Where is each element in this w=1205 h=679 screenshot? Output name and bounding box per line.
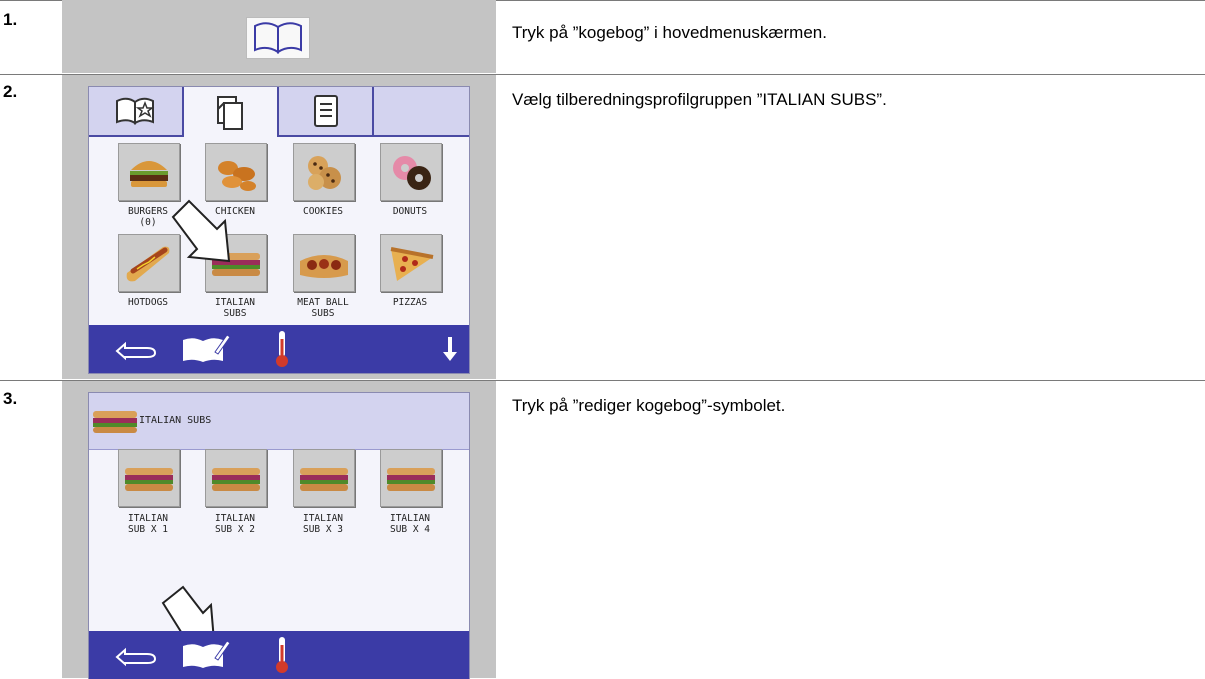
cookbook-pages-icon	[217, 96, 243, 130]
tab-cookbook[interactable]	[184, 87, 279, 137]
back-arrow-icon[interactable]	[111, 333, 161, 365]
favorite-cookbook-icon	[116, 97, 155, 125]
tab-documents[interactable]	[279, 87, 374, 135]
cookbook-button[interactable]	[246, 17, 310, 59]
recipe-label: ITALIAN SUB X 1	[127, 513, 169, 535]
group-label: ITALIAN SUBS	[214, 297, 256, 319]
recipe-label: ITALIAN SUB X 2	[214, 513, 256, 535]
bottom-bar	[89, 325, 469, 373]
chicken-icon	[218, 161, 256, 191]
edit-cookbook-icon[interactable]	[179, 638, 231, 672]
italian-sub-icon	[300, 468, 348, 491]
group-label: COOKIES	[302, 206, 344, 217]
meatball-sub-icon	[300, 255, 348, 278]
step-instruction: Tryk på ”kogebog” i hovedmenuskærmen.	[512, 23, 827, 42]
group-meatball-subs-button[interactable]	[293, 234, 355, 292]
group-title: ITALIAN SUBS	[139, 415, 212, 426]
donuts-icon	[393, 156, 431, 190]
scroll-down-icon[interactable]	[441, 335, 459, 363]
group-label: MEAT BALL SUBS	[297, 297, 349, 319]
group-cookies-button[interactable]	[293, 143, 355, 201]
group-pizzas-button[interactable]	[380, 234, 442, 292]
recipe-button[interactable]	[293, 449, 355, 507]
group-donuts-button[interactable]	[380, 143, 442, 201]
back-arrow-icon[interactable]	[111, 639, 161, 671]
thermometer-icon[interactable]	[274, 635, 290, 675]
group-burgers-button[interactable]	[118, 143, 180, 201]
tab-favorites[interactable]	[89, 87, 184, 135]
thermometer-icon[interactable]	[274, 329, 290, 369]
cookbook-icon	[254, 22, 302, 54]
group-label: DONUTS	[392, 206, 428, 217]
pizza-icon	[390, 247, 434, 281]
pointer-arrow-icon	[171, 199, 231, 263]
recipe-label: ITALIAN SUB X 3	[302, 513, 344, 535]
step-number: 3.	[3, 389, 18, 408]
cookies-icon	[308, 156, 341, 190]
tab-bar	[89, 87, 469, 137]
document-icon	[314, 95, 338, 127]
step-instruction: Tryk på ”rediger kogebog”-symbolet.	[512, 396, 786, 415]
italian-sub-icon	[125, 468, 173, 491]
edit-cookbook-icon[interactable]	[179, 332, 231, 366]
bottom-bar	[89, 631, 469, 679]
step-instruction: Vælg tilberedningsprofilgruppen ”ITALIAN…	[512, 90, 887, 109]
group-chicken-button[interactable]	[205, 143, 267, 201]
step-number: 2.	[3, 82, 18, 101]
group-label: HOTDOGS	[127, 297, 169, 308]
group-label: PIZZAS	[392, 297, 428, 308]
step-number: 1.	[3, 10, 18, 29]
group-screen: ITALIAN SUBS ITALIAN SUB X 1 ITALIAN SUB X…	[88, 392, 470, 679]
recipe-label: ITALIAN SUB X 4	[389, 513, 431, 535]
cookbook-screen: BURGERS (0) CHICKEN COOKIES DONUTS HOTDO…	[88, 86, 470, 374]
recipe-button[interactable]	[118, 449, 180, 507]
recipe-button[interactable]	[380, 449, 442, 507]
italian-sub-icon	[93, 411, 137, 433]
group-header: ITALIAN SUBS	[89, 393, 469, 450]
recipe-button[interactable]	[205, 449, 267, 507]
burger-icon	[130, 161, 168, 187]
italian-sub-icon	[387, 468, 435, 491]
italian-sub-icon	[212, 468, 260, 491]
